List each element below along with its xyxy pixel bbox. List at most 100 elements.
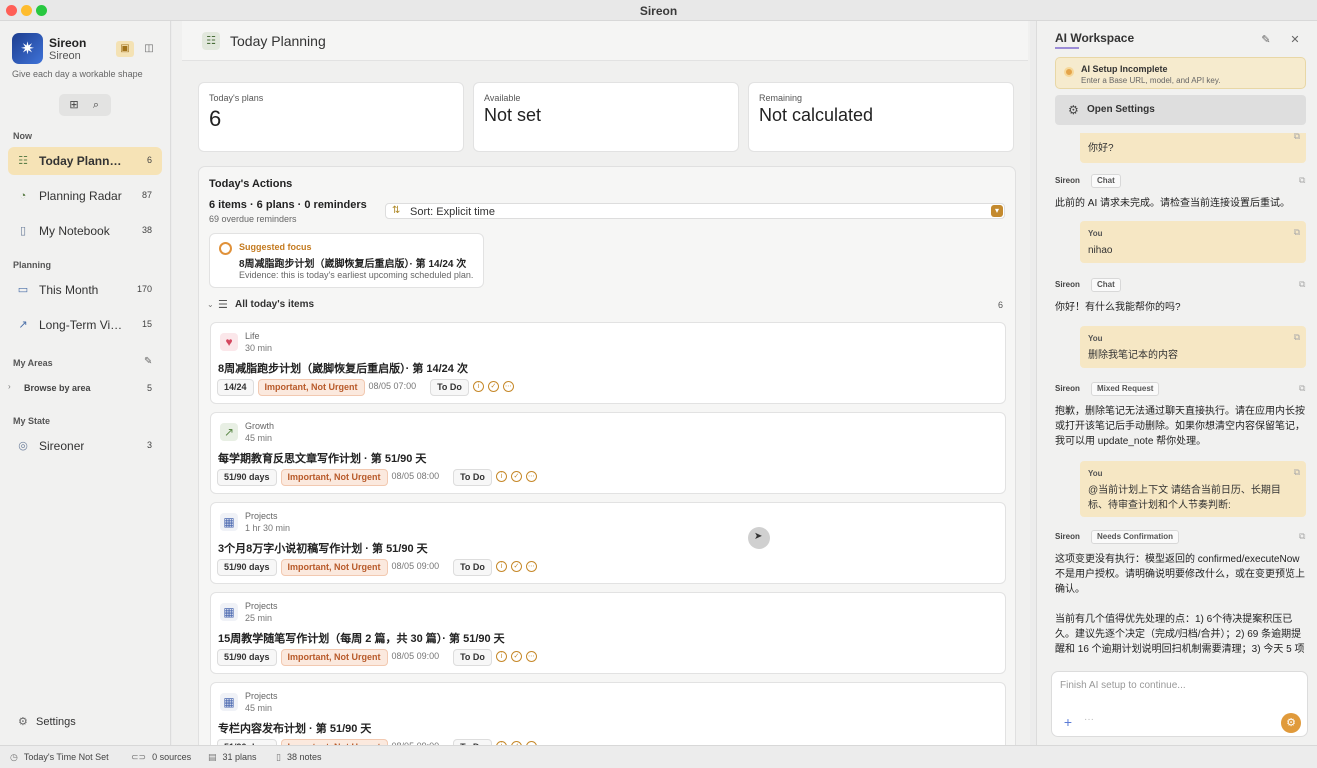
nav-count: 3: [146, 440, 152, 450]
sidebar-toolbar: ⊞ ⌕: [59, 94, 111, 116]
sidebar-item-my-notebook[interactable]: ▯ My Notebook 38: [8, 217, 162, 245]
all-items-header[interactable]: ⌄ ☰ All today's items 6: [207, 298, 1003, 314]
status-select[interactable]: To Do: [453, 469, 492, 486]
copy-icon[interactable]: ⧉: [1299, 175, 1305, 186]
nav-count: 15: [141, 319, 152, 329]
sidebar-toggle-icon[interactable]: ◫: [140, 41, 158, 57]
chart-icon: ↗: [220, 423, 238, 441]
clock-icon: ◷: [10, 752, 18, 762]
notebook-icon: ▯: [19, 225, 27, 237]
info-icon[interactable]: i: [495, 561, 507, 572]
radar-icon: ◔: [19, 190, 27, 202]
user-message: You nihao ⧉: [1080, 221, 1306, 263]
send-icon[interactable]: ⚙: [1281, 713, 1301, 733]
sort-select[interactable]: ⇅ Sort: Explicit time ▾: [385, 203, 1005, 219]
ai-workspace-panel: AI Workspace ✎ ✕ AI Setup Incomplete Ent…: [1036, 21, 1317, 745]
assistant-message-header: Sireon Mixed Request ⧉: [1055, 382, 1311, 396]
status-select[interactable]: To Do: [453, 559, 492, 576]
more-icon[interactable]: ⋯: [525, 561, 537, 572]
grid-icon: ▦: [220, 603, 238, 621]
sidebar-item-long-term-vision[interactable]: ↗ Long-Term Vision 15: [8, 311, 162, 339]
item-title: 3个月8万字小说初稿写作计划 · 第 51/90 天: [218, 543, 428, 555]
sort-icon: ⇅: [392, 205, 401, 216]
copy-icon[interactable]: ⧉: [1294, 133, 1300, 142]
new-chat-icon[interactable]: ✎: [1259, 33, 1273, 47]
priority-badge: Important, Not Urgent: [280, 559, 388, 576]
list-item[interactable]: ♥ Life 30 min 8周减脂跑步计划（崴脚恢复后重启版）· 第 14/2…: [210, 322, 1006, 404]
sidebar-item-today-planning[interactable]: ☷ Today Planning 6: [8, 147, 162, 175]
status-time[interactable]: ◷ Today's Time Not Set: [10, 752, 109, 763]
item-title: 15周教学随笔写作计划（每周 2 篇，共 30 篇）· 第 51/90 天: [218, 633, 505, 645]
suggested-focus-card[interactable]: Suggested focus 8周减脂跑步计划（崴脚恢复后重启版）· 第 14…: [209, 233, 484, 288]
sidebar-item-this-month[interactable]: ▭ This Month 170: [8, 276, 162, 304]
app-subtitle: Sireon: [49, 50, 81, 62]
open-settings-button[interactable]: ⚙ Open Settings: [1055, 95, 1306, 125]
item-meta: 51/90 daysImportant, Not Urgent08/05 09:…: [217, 649, 541, 667]
sidebar-item-sireoner[interactable]: ◎ Sireoner 3: [8, 432, 162, 460]
copy-icon[interactable]: ⧉: [1294, 467, 1300, 478]
status-notes[interactable]: ▯ 38 notes: [276, 752, 321, 763]
stat-card-todays-plans: Today's plans 6: [198, 82, 464, 152]
overdue-reminders[interactable]: 69 overdue reminders: [209, 214, 297, 224]
more-icon[interactable]: ⋯: [502, 381, 514, 392]
status-plans[interactable]: ▤ 31 plans: [208, 752, 257, 763]
browse-by-area-row[interactable]: › Browse by area 5: [8, 380, 162, 398]
settings-button[interactable]: ⚙ Settings: [18, 714, 158, 732]
more-options-icon[interactable]: ···: [1084, 714, 1094, 725]
status-bar: ◷ Today's Time Not Set ⊂⊃ 0 sources ▤ 31 pl…: [0, 745, 1317, 768]
info-icon[interactable]: i: [472, 381, 484, 392]
complete-icon[interactable]: ✓: [510, 561, 522, 572]
main-panel: ☷ Today Planning Today's plans 6 Availab…: [172, 21, 1030, 756]
section-label-now: Now: [13, 131, 32, 141]
chat-history[interactable]: 你好? ⧉ Sireon Chat ⧉ 此前的 AI 请求未完成。请检查当前连接…: [1045, 133, 1311, 665]
sidebar-item-planning-radar[interactable]: ◔ Planning Radar 87: [8, 182, 162, 210]
list-item[interactable]: ▦ Projects 25 min 15周教学随笔写作计划（每周 2 篇，共 3…: [210, 592, 1006, 674]
info-icon[interactable]: i: [495, 651, 507, 662]
section-label-my-state: My State: [13, 416, 51, 426]
notes-icon: ▯: [276, 752, 281, 762]
stat-value: Not set: [484, 105, 542, 125]
close-icon[interactable]: ✕: [1288, 33, 1302, 47]
list-item[interactable]: ↗ Growth 45 min 每学期教育反思文章写作计划 · 第 51/90 …: [210, 412, 1006, 494]
complete-icon[interactable]: ✓: [510, 471, 522, 482]
title-bar: Sireon: [0, 0, 1317, 21]
more-icon[interactable]: ⋯: [525, 651, 537, 662]
status-select[interactable]: To Do: [453, 649, 492, 666]
chat-input[interactable]: [1060, 680, 1290, 691]
main-header: ☷ Today Planning: [182, 21, 1028, 61]
add-attachment-icon[interactable]: +: [1060, 714, 1076, 730]
more-icon[interactable]: ⋯: [525, 471, 537, 482]
message-tag: Chat: [1091, 174, 1121, 188]
copy-icon[interactable]: ⧉: [1299, 279, 1305, 290]
actions-summary: 6 items · 6 plans · 0 reminders: [209, 199, 367, 211]
status-sources[interactable]: ⊂⊃ 0 sources: [131, 752, 191, 763]
section-title: Today's Actions: [209, 178, 293, 190]
chevron-right-icon: ›: [8, 382, 11, 391]
section-label-planning: Planning: [13, 260, 51, 270]
copy-icon[interactable]: ⧉: [1299, 383, 1305, 394]
sidebar: ✷ Sireon Sireon ▣ ◫ Give each day a work…: [0, 21, 171, 745]
copy-icon[interactable]: ⧉: [1294, 227, 1300, 238]
nav-count: 6: [146, 155, 152, 165]
todays-actions-panel: Today's Actions 6 items · 6 plans · 0 re…: [198, 166, 1016, 756]
new-item-icon[interactable]: ⊞: [66, 97, 82, 113]
item-meta: 14/24 Important, Not Urgent 08/05 07:00 To …: [217, 379, 518, 397]
assistant-message: 抱歉，删除笔记无法通过聊天直接执行。请在应用内长按或打开该笔记后手动删除。如果你…: [1055, 406, 1305, 447]
edit-areas-icon[interactable]: ✎: [144, 356, 152, 367]
assistant-message: 这项变更没有执行：模型返回的 confirmed/executeNow 不是用户…: [1055, 554, 1305, 595]
assistant-message-header: Sireon Chat ⧉: [1055, 278, 1311, 292]
copy-icon[interactable]: ⧉: [1294, 332, 1300, 343]
info-icon[interactable]: i: [495, 471, 507, 482]
complete-icon[interactable]: ✓: [487, 381, 499, 392]
checklist-icon: ☷: [202, 32, 220, 50]
priority-badge: Important, Not Urgent: [280, 649, 388, 666]
status-select[interactable]: To Do: [430, 379, 469, 396]
nav-count: 87: [141, 190, 152, 200]
focus-mode-toggle-icon[interactable]: ▣: [116, 41, 134, 57]
progress-badge: 51/90 days: [217, 649, 277, 666]
copy-icon[interactable]: ⧉: [1299, 531, 1305, 542]
complete-icon[interactable]: ✓: [510, 651, 522, 662]
search-icon[interactable]: ⌕: [88, 97, 104, 113]
list-item[interactable]: ▦ Projects 1 hr 30 min 3个月8万字小说初稿写作计划 · …: [210, 502, 1006, 584]
item-title: 每学期教育反思文章写作计划 · 第 51/90 天: [218, 453, 427, 465]
